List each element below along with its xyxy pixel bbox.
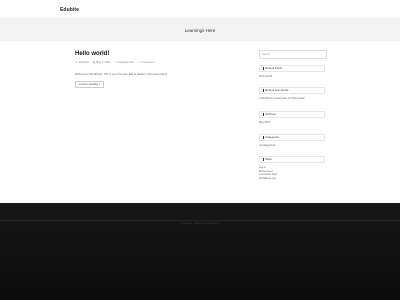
widget-title-label: Recent Posts — [265, 66, 282, 70]
widget-body: Hello world! — [259, 72, 325, 79]
page-banner: Learnings Here — [0, 19, 400, 41]
search-input[interactable]: Search — [259, 50, 327, 59]
widget-archives: Archives May 2021 — [259, 111, 325, 125]
archive-link[interactable]: May 2021 — [259, 121, 270, 124]
continue-reading-button[interactable]: Continue Reading » — [75, 81, 105, 88]
footer-credits: © Edubite · Powered by WordPress — [181, 222, 219, 225]
widget-body: Log in Entries feed Comments feed WordPr… — [259, 163, 325, 180]
widget-title: Archives — [259, 111, 325, 118]
post-date-label: May 3, 2021 — [96, 61, 111, 64]
banner-title: Learnings Here — [184, 28, 216, 33]
post-excerpt: Welcome to WordPress. This is your first… — [75, 73, 168, 76]
post-author-label: debit123 — [78, 61, 89, 64]
widget-title: Recent Posts — [259, 65, 325, 72]
accent-bar — [263, 136, 264, 139]
widget-body: May 2021 — [259, 118, 325, 125]
widget-body: A WordPress Commenter on Hello world! — [259, 94, 325, 101]
widget-recent-comments: Recent Comments A WordPress Commenter on… — [259, 87, 325, 101]
widget-body: Uncategorized — [259, 141, 325, 148]
widget-title-label: Meta — [265, 157, 272, 161]
site-title-link[interactable]: Edubite — [60, 7, 79, 13]
post-meta: ☻ debit123 ▦ May 3, 2021 □ Uncategorized… — [75, 61, 154, 64]
post-category[interactable]: □ Uncategorized — [114, 61, 133, 64]
widget-title: Meta — [259, 156, 325, 163]
meta-wordpress-link[interactable]: WordPress.org — [259, 177, 276, 180]
widget-meta: Meta Log in Entries feed Comments feed W… — [259, 156, 325, 180]
calendar-icon: ▦ — [92, 61, 96, 64]
accent-bar — [263, 89, 264, 92]
widget-title: Categories — [259, 134, 325, 141]
post-title-link[interactable]: Hello world! — [75, 51, 109, 57]
recent-post-link[interactable]: Hello world! — [259, 75, 272, 78]
widget-categories: Categories Uncategorized — [259, 134, 325, 148]
folder-icon: □ — [114, 61, 116, 64]
accent-bar — [263, 113, 264, 116]
category-link[interactable]: Uncategorized — [259, 144, 275, 147]
post-author[interactable]: ☻ debit123 — [75, 61, 89, 64]
recent-comment-link[interactable]: A WordPress Commenter on Hello world! — [259, 97, 305, 100]
post-comments-label: 1 Comment — [141, 61, 155, 64]
widget-title: Recent Comments — [259, 87, 325, 94]
footer-divider — [0, 220, 400, 221]
comment-icon: ☐ — [137, 61, 141, 64]
widget-title-label: Archives — [265, 112, 277, 116]
user-icon: ☻ — [75, 61, 78, 64]
widget-recent-posts: Recent Posts Hello world! — [259, 65, 325, 79]
post-category-label: Uncategorized — [117, 61, 134, 64]
post-date[interactable]: ▦ May 3, 2021 — [93, 61, 111, 64]
widget-title-label: Categories — [265, 135, 279, 139]
site-footer: © Edubite · Powered by WordPress — [0, 203, 400, 300]
accent-bar — [263, 67, 264, 70]
accent-bar — [263, 158, 264, 161]
main-content — [0, 41, 400, 203]
post-comments[interactable]: ☐ 1 Comment — [138, 61, 155, 64]
site-header: Edubite — [0, 0, 400, 19]
widget-title-label: Recent Comments — [265, 88, 289, 92]
